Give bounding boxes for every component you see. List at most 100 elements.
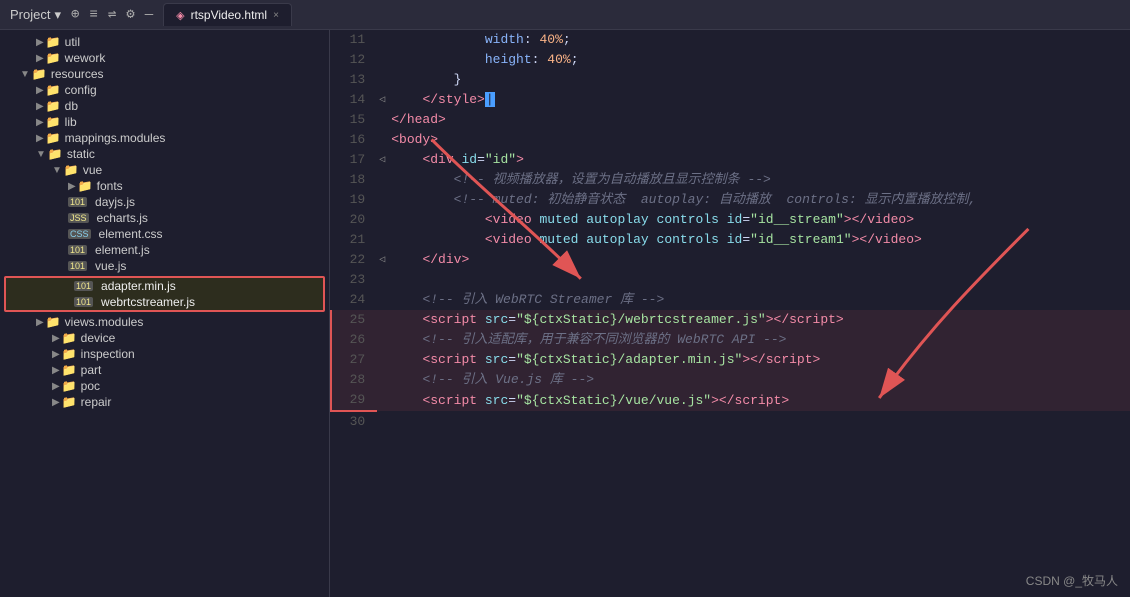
sidebar-label: echarts.js: [97, 211, 148, 225]
sidebar-item-mappings[interactable]: ▶ 📁 mappings.modules: [0, 130, 329, 146]
line-number: 29: [331, 390, 377, 411]
code-content: <!-- 引入适配库，用于兼容不同浏览器的 WebRTC API -->: [391, 330, 1130, 350]
line-gutter: ◁: [377, 250, 391, 270]
arrow-icon: ▶: [36, 53, 44, 64]
line-gutter: [377, 230, 391, 250]
project-text: Project: [10, 7, 50, 22]
line-number: 27: [331, 350, 377, 370]
line-number: 26: [331, 330, 377, 350]
line-number: 30: [331, 411, 377, 432]
line-gutter: [377, 210, 391, 230]
code-editor[interactable]: 11 width: 40%; 12 height: 40%; 13 }: [330, 30, 1130, 597]
sidebar-item-echarts[interactable]: JSS echarts.js: [0, 210, 329, 226]
sidebar-item-util[interactable]: ▶ 📁 util: [0, 34, 329, 50]
code-content: width: 40%;: [391, 30, 1130, 50]
folder-icon: 📁: [62, 347, 77, 361]
code-content: <video muted autoplay controls id="id__s…: [391, 230, 1130, 250]
sidebar-item-part[interactable]: ▶ 📁 part: [0, 362, 329, 378]
sidebar-item-config[interactable]: ▶ 📁 config: [0, 82, 329, 98]
folder-icon: 📁: [64, 163, 79, 177]
settings-icon[interactable]: ⚙: [126, 6, 134, 23]
code-content: <video muted autoplay controls id="id__s…: [391, 210, 1130, 230]
sidebar-label: mappings.modules: [65, 131, 166, 145]
list-icon[interactable]: ≡: [89, 7, 97, 23]
sidebar-label: vue.js: [95, 259, 126, 273]
arrow-icon: ▶: [36, 117, 44, 128]
dropdown-icon: ▾: [54, 7, 61, 23]
sidebar-item-repair[interactable]: ▶ 📁 repair: [0, 394, 329, 410]
sidebar-item-db[interactable]: ▶ 📁 db: [0, 98, 329, 114]
sidebar-item-fonts[interactable]: ▶ 📁 fonts: [0, 178, 329, 194]
folder-icon: 📁: [62, 379, 77, 393]
sidebar-item-wework[interactable]: ▶ 📁 wework: [0, 50, 329, 66]
sidebar-label: part: [81, 363, 102, 377]
sidebar-item-views[interactable]: ▶ 📁 views.modules: [0, 314, 329, 330]
line-number: 18: [331, 170, 377, 190]
sidebar-item-static[interactable]: ▼ 📁 static: [0, 146, 329, 162]
code-line-24: 24 <!-- 引入 WebRTC Streamer 库 -->: [331, 290, 1130, 310]
project-label[interactable]: Project ▾: [10, 7, 61, 23]
main-content: ▶ 📁 util ▶ 📁 wework ▼ 📁 resources ▶ 📁 co…: [0, 30, 1130, 597]
sidebar-item-inspection[interactable]: ▶ 📁 inspection: [0, 346, 329, 362]
sidebar-item-dayjs[interactable]: 101 dayjs.js: [0, 194, 329, 210]
line-gutter: [377, 170, 391, 190]
line-number: 24: [331, 290, 377, 310]
line-gutter: [377, 370, 391, 390]
arrow-icon: ▼: [20, 69, 30, 80]
code-content: <!-- 引入 Vue.js 库 -->: [391, 370, 1130, 390]
sidebar-item-vuejs[interactable]: 101 vue.js: [0, 258, 329, 274]
sidebar-label: repair: [81, 395, 112, 409]
sidebar-label: resources: [51, 67, 104, 81]
line-number: 28: [331, 370, 377, 390]
split-icon[interactable]: ⇌: [108, 6, 116, 23]
sidebar-item-adapter[interactable]: 101 adapter.min.js: [6, 278, 323, 294]
arrow-icon: ▶: [52, 333, 60, 344]
folder-icon: 📁: [46, 83, 61, 97]
code-content: </style>|: [391, 90, 1130, 110]
sidebar: ▶ 📁 util ▶ 📁 wework ▼ 📁 resources ▶ 📁 co…: [0, 30, 330, 597]
line-number: 13: [331, 70, 377, 90]
fold-arrow: ◁: [379, 95, 385, 106]
watermark: CSDN @_牧马人: [1026, 572, 1118, 589]
sidebar-item-device[interactable]: ▶ 📁 device: [0, 330, 329, 346]
arrow-icon: ▶: [36, 85, 44, 96]
sidebar-item-poc[interactable]: ▶ 📁 poc: [0, 378, 329, 394]
sidebar-label: wework: [65, 51, 106, 65]
folder-icon: 📁: [46, 315, 61, 329]
sidebar-label: lib: [65, 115, 77, 129]
tab-rtspvideo[interactable]: ◈ rtspVideo.html ×: [163, 3, 292, 26]
code-content: [391, 270, 1130, 290]
line-number: 17: [331, 150, 377, 170]
folder-icon: 📁: [46, 51, 61, 65]
js-icon: 101: [68, 261, 87, 271]
sidebar-label: inspection: [81, 347, 135, 361]
code-line-16: 16 <body>: [331, 130, 1130, 150]
line-gutter: [377, 50, 391, 70]
arrow-icon: ▶: [36, 101, 44, 112]
sidebar-item-lib[interactable]: ▶ 📁 lib: [0, 114, 329, 130]
sidebar-label: dayjs.js: [95, 195, 135, 209]
line-gutter: [377, 390, 391, 411]
line-number: 21: [331, 230, 377, 250]
sidebar-item-vue[interactable]: ▼ 📁 vue: [0, 162, 329, 178]
sidebar-item-element-js[interactable]: 101 element.js: [0, 242, 329, 258]
folder-icon: 📁: [46, 35, 61, 49]
sidebar-label: webrtcstreamer.js: [101, 295, 195, 309]
code-content: <script src="${ctxStatic}/vue/vue.js"></…: [391, 390, 1130, 411]
code-content: </div>: [391, 250, 1130, 270]
js-icon: JSS: [68, 213, 89, 223]
sidebar-item-webrtcstreamer[interactable]: 101 webrtcstreamer.js: [6, 294, 323, 310]
arrow-icon: ▶: [36, 37, 44, 48]
add-icon[interactable]: ⊕: [71, 6, 79, 23]
sidebar-item-element-css[interactable]: CSS element.css: [0, 226, 329, 242]
tab-filename: rtspVideo.html: [191, 8, 267, 22]
sidebar-item-resources[interactable]: ▼ 📁 resources: [0, 66, 329, 82]
code-content: <script src="${ctxStatic}/adapter.min.js…: [391, 350, 1130, 370]
line-gutter: ◁: [377, 150, 391, 170]
tab-html-icon: ◈: [176, 9, 184, 22]
arrow-icon: ▶: [36, 133, 44, 144]
tab-bar: ◈ rtspVideo.html ×: [153, 3, 1120, 26]
sidebar-label: element.css: [99, 227, 163, 241]
minimize-icon[interactable]: —: [145, 7, 153, 23]
tab-close-btn[interactable]: ×: [273, 10, 279, 21]
